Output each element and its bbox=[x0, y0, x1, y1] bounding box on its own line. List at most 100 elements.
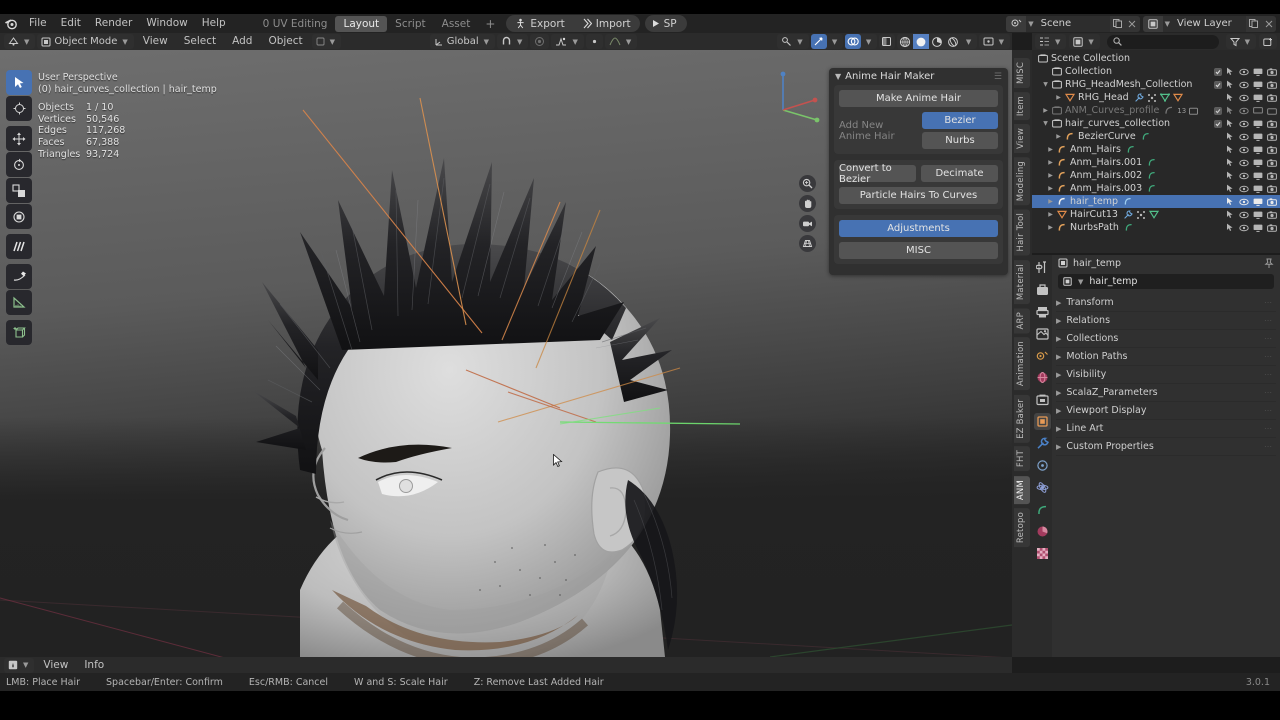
adjustments-button[interactable]: Adjustments bbox=[839, 220, 998, 237]
make-anime-hair-button[interactable]: Make Anime Hair bbox=[839, 90, 998, 107]
object-mode-selector[interactable]: Object Mode ▼ bbox=[37, 34, 134, 49]
outliner-row-beziercurve[interactable]: ▶ BezierCurve bbox=[1032, 130, 1280, 143]
viewport-menu-view[interactable]: View bbox=[136, 33, 175, 50]
menu-window[interactable]: Window bbox=[139, 14, 194, 33]
cursor-arrow-icon[interactable] bbox=[1226, 210, 1235, 219]
particles-icon[interactable] bbox=[1136, 210, 1146, 220]
view-layer-icon[interactable] bbox=[1034, 325, 1051, 342]
display-mode-chevron-down-icon[interactable]: ▼ bbox=[1053, 38, 1062, 46]
eye-icon[interactable] bbox=[1239, 81, 1249, 89]
proportional-editing-button[interactable] bbox=[530, 34, 550, 49]
camera-icon[interactable] bbox=[1267, 210, 1277, 219]
expand-triangle-icon[interactable]: ▶ bbox=[1054, 94, 1063, 101]
chevron-down-icon[interactable]: ▼ bbox=[835, 72, 841, 81]
screen-icon[interactable] bbox=[1253, 159, 1263, 167]
camera-icon[interactable] bbox=[1267, 107, 1277, 115]
cursor-arrow-icon[interactable] bbox=[1226, 184, 1235, 193]
cursor-arrow-icon[interactable] bbox=[1226, 119, 1235, 128]
sp-button[interactable]: SP bbox=[644, 15, 687, 32]
remove-view-layer-close-icon[interactable] bbox=[1261, 15, 1276, 32]
gizmo-chevron-down-icon[interactable]: ▼ bbox=[827, 34, 843, 49]
chevron-right-icon[interactable]: ▶ bbox=[1056, 353, 1061, 361]
workspace-tab-uv-editing[interactable]: 0 UV Editing bbox=[255, 16, 336, 32]
camera-icon[interactable] bbox=[1267, 223, 1277, 232]
world-icon[interactable] bbox=[1034, 369, 1051, 386]
filter-chevron-down-icon[interactable]: ▼ bbox=[1243, 38, 1252, 46]
scene-chevron-down-icon[interactable]: ▼ bbox=[1026, 20, 1035, 28]
cursor-arrow-icon[interactable] bbox=[1226, 132, 1235, 141]
workspace-tab-asset[interactable]: Asset bbox=[434, 16, 479, 32]
camera-icon[interactable] bbox=[1267, 184, 1277, 193]
orientation-chevron-down-icon[interactable]: ▼ bbox=[482, 38, 491, 46]
screen-icon[interactable] bbox=[1253, 185, 1263, 193]
mesh-object-icon[interactable] bbox=[1172, 93, 1183, 102]
collection-properties-icon[interactable] bbox=[1034, 391, 1051, 408]
screen-icon[interactable] bbox=[1253, 224, 1263, 232]
camera-view-icon[interactable] bbox=[799, 215, 816, 232]
sidebar-tab-modeling[interactable]: Modeling bbox=[1014, 157, 1030, 206]
eye-icon[interactable] bbox=[1239, 68, 1249, 76]
camera-icon[interactable] bbox=[1267, 93, 1277, 102]
gizmo-icon[interactable] bbox=[810, 34, 827, 49]
screen-icon[interactable] bbox=[1253, 68, 1263, 76]
decimate-button[interactable]: Decimate bbox=[921, 165, 998, 182]
viewport-3d[interactable]: User Perspective (0) hair_curves_collect… bbox=[0, 50, 1012, 657]
screen-icon[interactable] bbox=[1253, 106, 1263, 115]
view-layer-selector[interactable]: ▼ View Layer bbox=[1142, 15, 1276, 32]
screen-icon[interactable] bbox=[1253, 120, 1263, 128]
modifier-wrench-icon[interactable] bbox=[1134, 92, 1144, 103]
annotate-tool[interactable] bbox=[6, 234, 32, 259]
chevron-right-icon[interactable]: ▶ bbox=[1056, 371, 1061, 379]
pin-icon[interactable] bbox=[1264, 258, 1274, 269]
sidebar-tab-material[interactable]: Material bbox=[1014, 259, 1030, 304]
sidebar-tab-retopo[interactable]: Retopo bbox=[1014, 507, 1030, 547]
sidebar-tab-misc[interactable]: MISC bbox=[1014, 58, 1030, 88]
screen-icon[interactable] bbox=[1253, 146, 1263, 154]
chevron-right-icon[interactable]: ▶ bbox=[1056, 425, 1061, 433]
sidebar-tab-arp[interactable]: ARP bbox=[1014, 308, 1030, 334]
camera-icon[interactable] bbox=[1267, 80, 1277, 89]
info-menu-info[interactable]: Info bbox=[77, 657, 111, 674]
export-button[interactable]: Export bbox=[506, 15, 574, 32]
sidebar-tab-fht[interactable]: FHT bbox=[1014, 446, 1030, 472]
misc-button[interactable]: MISC bbox=[839, 242, 998, 259]
camera-icon[interactable] bbox=[1267, 132, 1277, 141]
shading-solid-icon[interactable] bbox=[912, 34, 929, 49]
camera-icon[interactable] bbox=[1267, 145, 1277, 154]
snap-button[interactable]: ▼ bbox=[497, 34, 529, 49]
navigation-gizmo[interactable] bbox=[765, 68, 827, 130]
nurbs-button[interactable]: Nurbs bbox=[922, 132, 998, 149]
sidebar-tab-hair-tool[interactable]: Hair Tool bbox=[1014, 209, 1030, 256]
anime-hair-maker-header[interactable]: ▼ Anime Hair Maker ☰ bbox=[829, 68, 1008, 85]
pan-hand-icon[interactable] bbox=[799, 195, 816, 212]
panel-line-art[interactable]: ▶ Line Art ⋯ bbox=[1056, 420, 1276, 438]
cursor-arrow-icon[interactable] bbox=[1226, 145, 1235, 154]
curve-data-icon[interactable] bbox=[1147, 158, 1157, 167]
viewport-menu-object[interactable]: Object bbox=[261, 33, 309, 50]
cursor-arrow-icon[interactable] bbox=[1226, 158, 1235, 167]
object-name-chevron-down-icon[interactable]: ▼ bbox=[1076, 278, 1085, 286]
outliner-row-nurbspath[interactable]: ▶ NurbsPath bbox=[1032, 221, 1280, 234]
view-layer-chevron-down-icon[interactable]: ▼ bbox=[1163, 20, 1172, 28]
screen-icon[interactable] bbox=[1253, 211, 1263, 219]
collection-small-icon[interactable] bbox=[1189, 107, 1199, 115]
expand-triangle-icon[interactable]: ▶ bbox=[1046, 211, 1055, 218]
object-name-field[interactable]: ▼ hair_temp bbox=[1058, 274, 1274, 289]
eye-icon[interactable] bbox=[1239, 172, 1249, 180]
outliner-row-hair-curves-collection[interactable]: ▼ hair_curves_collection bbox=[1032, 117, 1280, 130]
unlink-scene-close-icon[interactable] bbox=[1124, 15, 1140, 32]
eye-icon[interactable] bbox=[1239, 107, 1249, 115]
particles-icon[interactable] bbox=[1034, 457, 1051, 474]
shading-material-preview-icon[interactable] bbox=[929, 34, 945, 49]
cursor-arrow-icon[interactable] bbox=[1226, 106, 1235, 115]
visibility-selector[interactable]: ▼ bbox=[777, 34, 809, 49]
xray-icon[interactable] bbox=[879, 34, 895, 49]
cursor-arrow-icon[interactable] bbox=[1226, 93, 1235, 102]
chevron-right-icon[interactable]: ▶ bbox=[1056, 317, 1061, 325]
screen-icon[interactable] bbox=[1253, 94, 1263, 102]
expand-triangle-icon[interactable]: ▶ bbox=[1046, 159, 1055, 166]
shading-wireframe-icon[interactable] bbox=[897, 34, 913, 49]
chevron-right-icon[interactable]: ▶ bbox=[1056, 335, 1061, 343]
camera-icon[interactable] bbox=[1267, 158, 1277, 167]
new-collection-icon[interactable] bbox=[1259, 34, 1277, 49]
